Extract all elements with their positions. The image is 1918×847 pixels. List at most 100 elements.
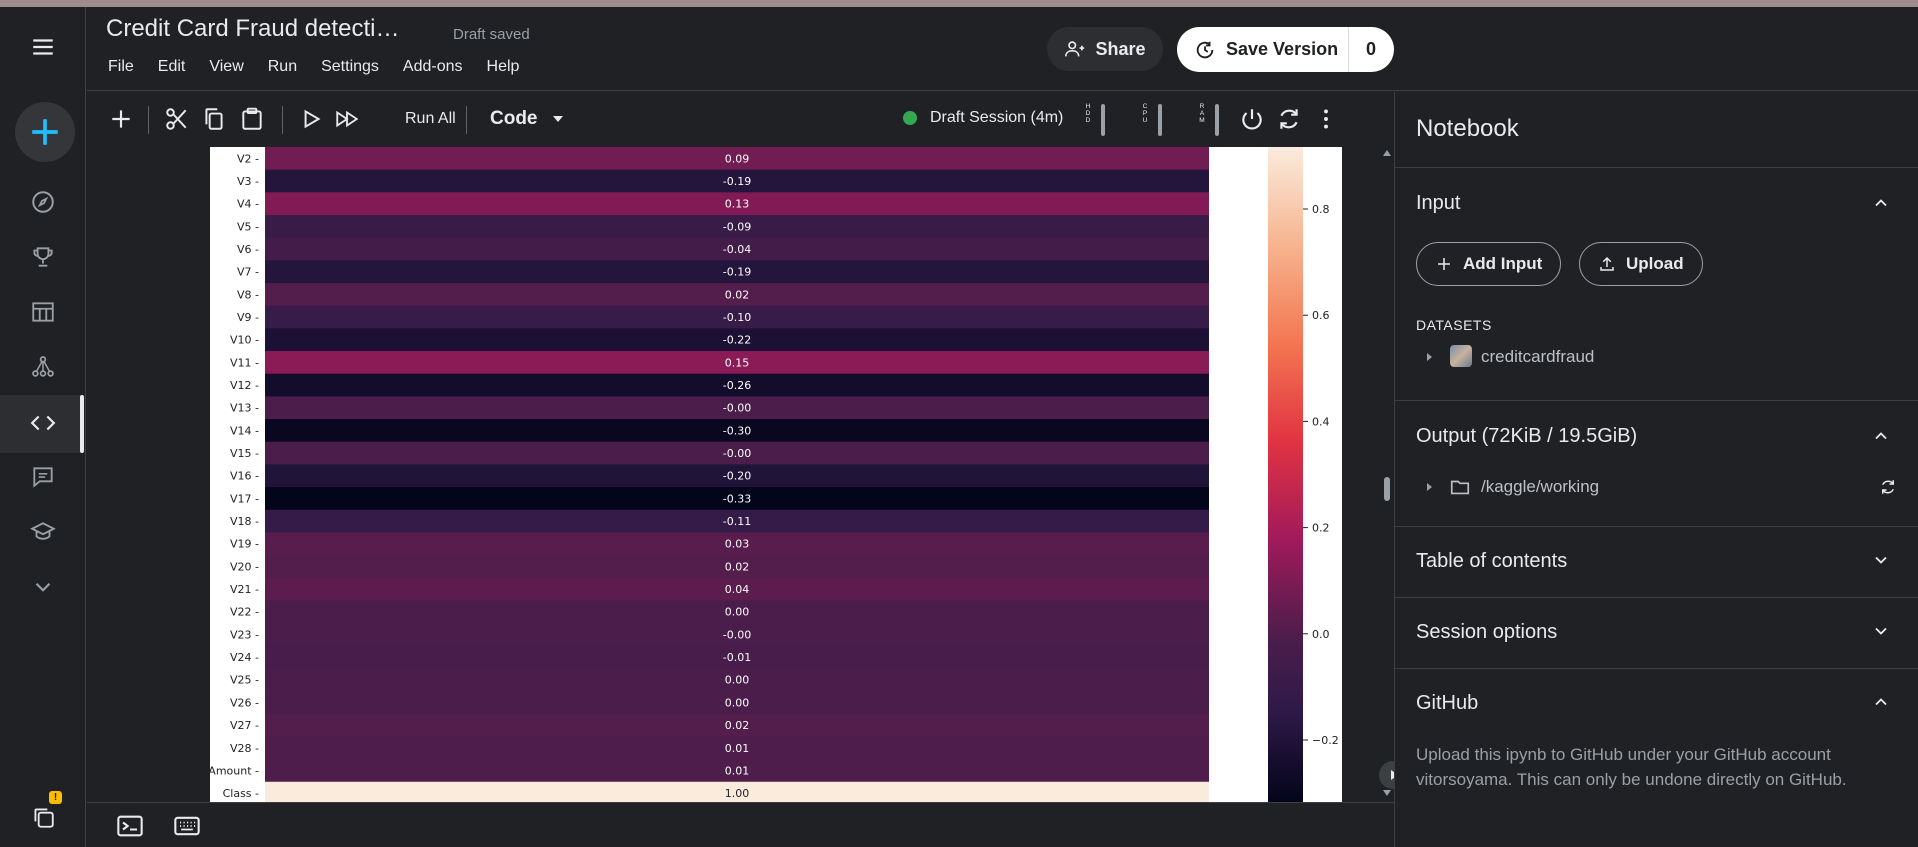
compass-icon[interactable] [0,182,86,222]
heatmap-row-label: V14 - [230,424,259,437]
more-vert-icon[interactable] [1313,106,1339,137]
heatmap-row-label: V27 - [230,719,259,732]
session-options-heading[interactable]: Session options [1416,621,1557,644]
cut-icon[interactable] [164,106,190,137]
github-description: Upload this ipynb to GitHub under your G… [1416,745,1847,789]
discussion-icon[interactable] [0,457,86,497]
upload-button[interactable]: Upload [1579,242,1703,286]
menu-edit[interactable]: Edit [158,58,186,76]
session-status-dot [903,111,917,125]
notification-badge: ! [49,791,62,804]
chevron-down-icon[interactable] [1871,621,1891,641]
caret-right-icon[interactable] [1427,353,1432,361]
share-button[interactable]: Share [1047,27,1163,71]
heatmap-value-label: -0.04 [723,243,751,256]
heatmap-value-label: 0.13 [725,198,750,211]
create-button[interactable] [15,102,75,162]
chevron-down-icon[interactable] [0,567,86,607]
menu-file[interactable]: File [108,58,134,76]
heatmap-value-label: -0.10 [723,311,751,324]
trophy-icon[interactable] [0,237,86,277]
menu-run[interactable]: Run [268,58,297,76]
caret-right-icon[interactable] [1427,483,1432,491]
upload-label: Upload [1626,254,1684,273]
chevron-up-icon[interactable] [1871,426,1891,446]
heatmap-row-label: V2 - [237,152,259,165]
scroll-thumb[interactable] [1384,477,1390,501]
menu-addons[interactable]: Add-ons [403,58,463,76]
add-input-button[interactable]: Add Input [1416,242,1562,286]
heatmap-row-label: V22 - [230,606,259,619]
power-icon[interactable] [1239,106,1265,137]
keyboard-icon[interactable] [173,812,201,845]
run-all-icon[interactable] [334,106,360,137]
caret-down-icon[interactable] [553,116,563,122]
heatmap-value-label: 0.02 [725,288,750,301]
save-version-button[interactable]: Save Version 0 [1177,27,1394,72]
chevron-up-icon[interactable] [1871,692,1891,712]
hdd-meter-bar [1101,104,1105,136]
github-section-heading[interactable]: GitHub [1416,692,1478,715]
run-all-button[interactable]: Run All [405,110,456,128]
heatmap-value-label: -0.20 [723,470,751,483]
input-section-heading[interactable]: Input [1416,192,1460,215]
heatmap-row-label: V20 - [230,560,259,573]
heatmap-row-label: V11 - [230,356,259,369]
heatmap-value-label: -0.19 [723,175,751,188]
heatmap-value-label: 0.03 [725,538,750,551]
panel-title: Notebook [1416,115,1519,142]
heatmap-value-label: 0.00 [725,696,750,709]
colorbar-tick-label: −0.2 [1312,734,1339,747]
ram-meter-label: R A M [1199,103,1205,124]
heatmap-value-label: 0.04 [725,583,750,596]
heatmap-value-label: -0.00 [723,447,751,460]
notifications-stack-icon[interactable] [0,797,86,837]
refresh-icon[interactable] [1879,478,1897,501]
heatmap-value-label: -0.11 [723,515,751,528]
heatmap-row-label: V13 - [230,402,259,415]
models-icon[interactable] [0,347,86,387]
toolbar-divider [148,106,149,134]
hdd-meter[interactable]: H D D [1084,102,1114,138]
output-section-heading[interactable]: Output (72KiB / 19.5GiB) [1416,425,1637,448]
console-icon[interactable] [116,812,144,845]
heatmap-row-label: V23 - [230,628,259,641]
upload-icon [1600,256,1614,271]
hamburger-menu-icon[interactable] [0,27,86,67]
ram-meter[interactable]: R A M [1198,102,1228,138]
heatmap-row-label: V18 - [230,515,259,528]
restart-icon[interactable] [1276,106,1302,137]
heatmap-row-label: V9 - [237,311,259,324]
heatmap-value-label: 0.02 [725,719,750,732]
menu-settings[interactable]: Settings [321,58,379,76]
copy-icon[interactable] [201,106,227,137]
add-cell-icon[interactable] [108,106,134,137]
notebook-title[interactable]: Credit Card Fraud detecti… [106,15,399,43]
heatmap-row-label: V26 - [230,696,259,709]
session-status[interactable]: Draft Session (4m) [930,109,1063,127]
paste-icon[interactable] [239,106,265,137]
cpu-meter[interactable]: C P U [1141,102,1171,138]
chevron-down-icon[interactable] [1871,550,1891,570]
datasets-label: DATASETS [1416,317,1492,333]
toolbar-divider [466,106,467,134]
menu-view[interactable]: View [209,58,243,76]
learn-icon[interactable] [0,512,86,552]
code-icon[interactable] [0,403,86,443]
save-version-icon [1196,41,1214,58]
run-cell-icon[interactable] [298,106,324,137]
dataset-item[interactable]: creditcardfraud [1481,347,1594,367]
scroll-up-arrow-icon[interactable] [1383,150,1391,156]
heatmap-value-label: -0.09 [723,220,751,233]
heatmap-row-label: V16 - [230,470,259,483]
table-icon[interactable] [0,292,86,332]
section-divider [1395,597,1918,598]
notebook-scrollbar[interactable] [1380,147,1394,802]
chevron-up-icon[interactable] [1871,193,1891,213]
heatmap-value-label: 0.00 [725,674,750,687]
output-folder-item[interactable]: /kaggle/working [1481,477,1599,497]
toc-section-heading[interactable]: Table of contents [1416,550,1567,573]
menu-help[interactable]: Help [487,58,520,76]
scroll-down-arrow-icon[interactable] [1383,790,1391,796]
cell-type-select[interactable]: Code [490,108,538,130]
